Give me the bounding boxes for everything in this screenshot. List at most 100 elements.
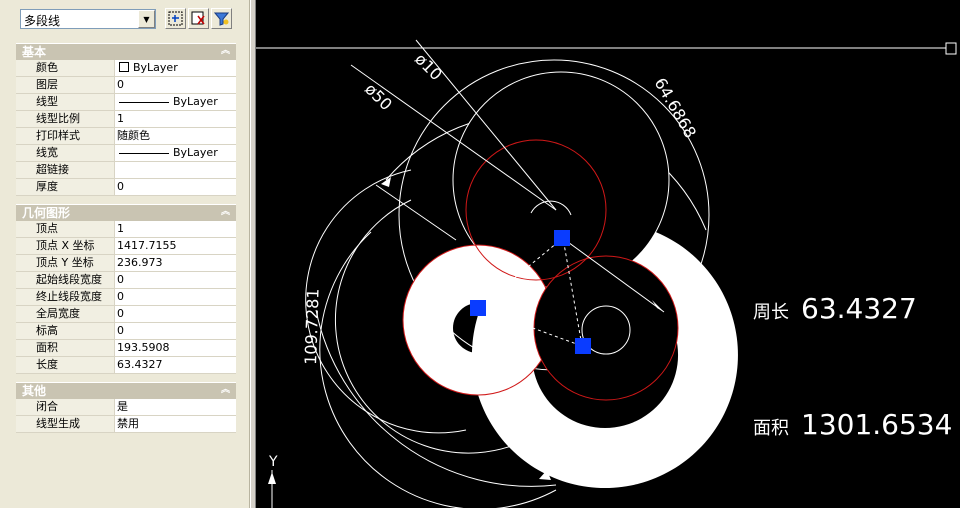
row-linetype-scale[interactable]: 线型比例 1 (16, 111, 236, 128)
row-lineweight[interactable]: 线宽 ByLayer (16, 145, 236, 162)
row-label: 超链接 (16, 162, 115, 178)
row-label: 长度 (16, 357, 115, 373)
dim-text-arc2: 109.7281 (301, 288, 323, 365)
pick-objects-icon (191, 11, 205, 25)
object-type-value: 多段线 (24, 14, 61, 28)
grip-vertex-2[interactable] (470, 300, 486, 316)
row-label: 线型 (16, 94, 115, 110)
row-label: 终止线段宽度 (16, 289, 115, 305)
ucs-marker (945, 42, 957, 55)
row-label: 图层 (16, 77, 115, 93)
row-value: 0 (115, 77, 236, 93)
row-layer[interactable]: 图层 0 (16, 77, 236, 94)
row-value (115, 162, 236, 178)
object-type-select[interactable]: 多段线 ▼ (20, 9, 156, 29)
row-label: 全局宽度 (16, 306, 115, 322)
section-geometry-title: 几何图形 (22, 206, 71, 220)
row-thickness[interactable]: 厚度 0 (16, 179, 236, 196)
collapse-icon[interactable]: ︽ (219, 207, 232, 219)
row-elevation[interactable]: 标高 0 (16, 323, 236, 340)
row-value: 0 (115, 289, 236, 305)
row-plot-style[interactable]: 打印样式 随颜色 (16, 128, 236, 145)
row-label: 面积 (16, 340, 115, 356)
row-value: 1 (115, 221, 236, 237)
properties-toolbar: 多段线 ▼ (0, 0, 250, 36)
row-vertex[interactable]: 顶点 1 (16, 221, 236, 238)
row-label: 线宽 (16, 145, 115, 161)
row-value: 禁用 (115, 416, 236, 432)
ucs-y-label: Y (268, 454, 278, 470)
row-value: 0 (115, 179, 236, 195)
grip-vertex-3[interactable] (575, 338, 591, 354)
row-vertex-x[interactable]: 顶点 X 坐标 1417.7155 (16, 238, 236, 255)
row-value: 0 (115, 272, 236, 288)
row-value: 1 (115, 111, 236, 127)
filter-icon (214, 12, 229, 26)
drawing-canvas[interactable]: ø50 ø10 64.6868 109.7281 周长 63.4327 面积 1… (256, 0, 960, 508)
dim-text-d50: ø50 (361, 79, 396, 114)
row-start-width[interactable]: 起始线段宽度 0 (16, 272, 236, 289)
row-label: 打印样式 (16, 128, 115, 144)
row-value: 236.973 (115, 255, 236, 271)
pick-objects-button[interactable] (188, 8, 209, 29)
row-value: 1417.7155 (115, 238, 236, 254)
row-label: 厚度 (16, 179, 115, 195)
row-value: 0 (115, 323, 236, 339)
row-linetype[interactable]: 线型 ByLayer (16, 94, 236, 111)
perimeter-value: 63.4327 (801, 292, 917, 325)
row-label: 闭合 (16, 399, 115, 415)
misc-rows: 闭合 是 线型生成 禁用 (16, 399, 236, 433)
quick-select-button[interactable] (165, 8, 186, 29)
quick-select-icon (168, 11, 183, 26)
row-value: ByLayer (173, 95, 218, 108)
section-general-title: 基本 (22, 45, 47, 59)
row-value: 是 (115, 399, 236, 415)
row-value: 随颜色 (115, 128, 236, 144)
row-value: 63.4327 (115, 357, 236, 373)
row-global-width[interactable]: 全局宽度 0 (16, 306, 236, 323)
arrowhead (381, 177, 391, 187)
row-length[interactable]: 长度 63.4327 (16, 357, 236, 374)
row-label: 顶点 X 坐标 (16, 238, 115, 254)
general-rows: 颜色 ByLayer 图层 0 线型 ByLayer 线型比例 1 打印样式 随… (16, 60, 236, 196)
row-label: 起始线段宽度 (16, 272, 115, 288)
section-geometry[interactable]: 几何图形 ︽ (16, 204, 236, 221)
row-label: 顶点 (16, 221, 115, 237)
row-label: 颜色 (16, 60, 115, 76)
line-sample (119, 152, 169, 154)
row-closed[interactable]: 闭合 是 (16, 399, 236, 416)
row-label: 顶点 Y 坐标 (16, 255, 115, 271)
ucs-arrow-icon (268, 472, 276, 484)
grip-vertex-1[interactable] (554, 230, 570, 246)
geometry-rows: 顶点 1 顶点 X 坐标 1417.7155 顶点 Y 坐标 236.973 起… (16, 221, 236, 374)
row-color[interactable]: 颜色 ByLayer (16, 60, 236, 77)
row-value: 0 (115, 306, 236, 322)
drawing-svg[interactable]: ø50 ø10 64.6868 109.7281 周长 63.4327 面积 1… (256, 0, 960, 508)
row-label: 标高 (16, 323, 115, 339)
properties-panel: 多段线 ▼ 基本 ︽ 颜色 ByLayer 图层 0 线型 ByLayer 线型… (0, 0, 250, 508)
collapse-icon[interactable]: ︽ (219, 46, 232, 58)
row-vertex-y[interactable]: 顶点 Y 坐标 236.973 (16, 255, 236, 272)
dim-text-arc1: 64.6868 (651, 75, 701, 142)
section-general[interactable]: 基本 ︽ (16, 43, 236, 60)
row-value: ByLayer (133, 61, 178, 74)
perimeter-label: 周长 (753, 302, 789, 323)
dim-ext-line (375, 184, 457, 241)
row-end-width[interactable]: 终止线段宽度 0 (16, 289, 236, 306)
color-swatch (119, 62, 129, 72)
collapse-icon[interactable]: ︽ (219, 385, 232, 397)
section-misc[interactable]: 其他 ︽ (16, 382, 236, 399)
line-sample (119, 101, 169, 103)
row-value: 193.5908 (115, 340, 236, 356)
row-value: ByLayer (173, 146, 218, 159)
area-value: 1301.6534 (801, 408, 952, 441)
row-area[interactable]: 面积 193.5908 (16, 340, 236, 357)
row-linetype-generation[interactable]: 线型生成 禁用 (16, 416, 236, 433)
chevron-down-icon[interactable]: ▼ (138, 10, 155, 28)
filter-button[interactable] (211, 8, 232, 29)
dim-text-d10: ø10 (411, 49, 446, 84)
row-label: 线型比例 (16, 111, 115, 127)
area-label: 面积 (753, 418, 789, 439)
row-label: 线型生成 (16, 416, 115, 432)
row-hyperlink[interactable]: 超链接 (16, 162, 236, 179)
